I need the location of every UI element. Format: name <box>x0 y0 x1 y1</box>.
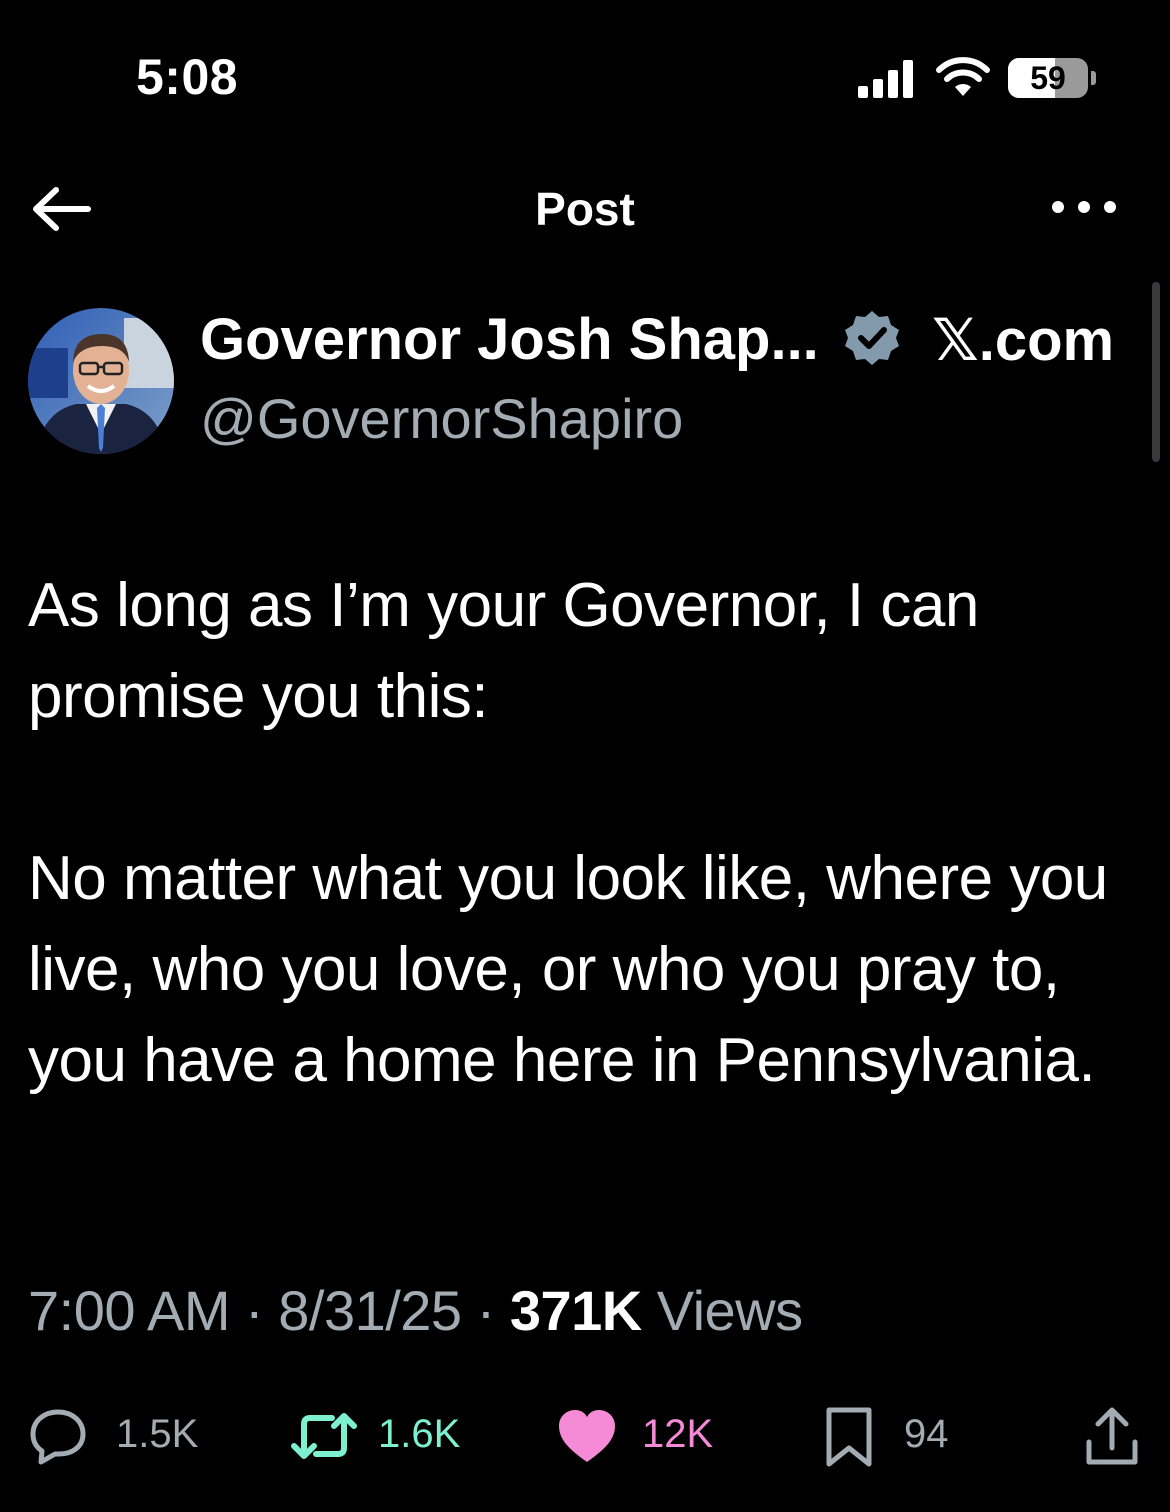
views-count[interactable]: 371K <box>510 1279 642 1342</box>
post-screen: 5:08 59 Post Governor Josh Shap... 𝕏.com… <box>0 0 1170 1512</box>
battery-body: 59 <box>1008 58 1088 98</box>
verified-badge-icon <box>845 311 899 365</box>
heart-icon <box>559 1410 615 1462</box>
cellular-signal-icon <box>858 60 913 98</box>
action-bar: 1.5K 1.6K 12K 94 <box>0 1396 1170 1476</box>
post-time: 7:00 AM <box>28 1279 230 1342</box>
meta-separator: · <box>229 1279 279 1342</box>
author-handle[interactable]: @GovernorShapiro <box>200 386 683 451</box>
nav-bar: Post <box>0 170 1170 250</box>
reply-button[interactable]: 1.5K <box>24 1396 224 1476</box>
reply-bubble-icon <box>30 1409 86 1465</box>
bookmark-icon <box>826 1407 872 1467</box>
avatar-photo <box>28 308 174 454</box>
wifi-icon <box>936 57 990 96</box>
repost-button[interactable]: 1.6K <box>284 1396 484 1476</box>
views-label: Views <box>641 1279 803 1342</box>
avatar[interactable] <box>28 308 174 454</box>
post-meta: 7:00 AM · 8/31/25 · 371K Views <box>28 1278 803 1343</box>
share-button[interactable] <box>1082 1396 1142 1476</box>
repost-count: 1.6K <box>378 1412 461 1456</box>
meta-separator: · <box>461 1279 510 1342</box>
bookmark-count: 94 <box>904 1412 949 1456</box>
ellipsis-icon[interactable] <box>1048 194 1120 220</box>
like-count: 12K <box>642 1412 714 1456</box>
status-time: 5:08 <box>136 49 239 105</box>
post-date: 8/31/25 <box>278 1279 462 1342</box>
reply-count: 1.5K <box>116 1412 199 1456</box>
repost-icon <box>291 1413 357 1459</box>
source-label: 𝕏.com <box>932 308 1115 373</box>
author-name[interactable]: Governor Josh Shap... <box>200 306 819 373</box>
battery-cap <box>1091 71 1096 85</box>
scrollbar[interactable] <box>1152 282 1160 462</box>
page-title: Post <box>535 183 635 235</box>
share-icon <box>1086 1407 1138 1465</box>
battery-indicator: 59 <box>1008 58 1096 98</box>
like-button[interactable]: 12K <box>552 1396 732 1476</box>
battery-percentage: 59 <box>1030 60 1066 96</box>
bookmark-button[interactable]: 94 <box>820 1396 980 1476</box>
post-text: As long as I’m your Governor, I can prom… <box>28 571 1108 1095</box>
